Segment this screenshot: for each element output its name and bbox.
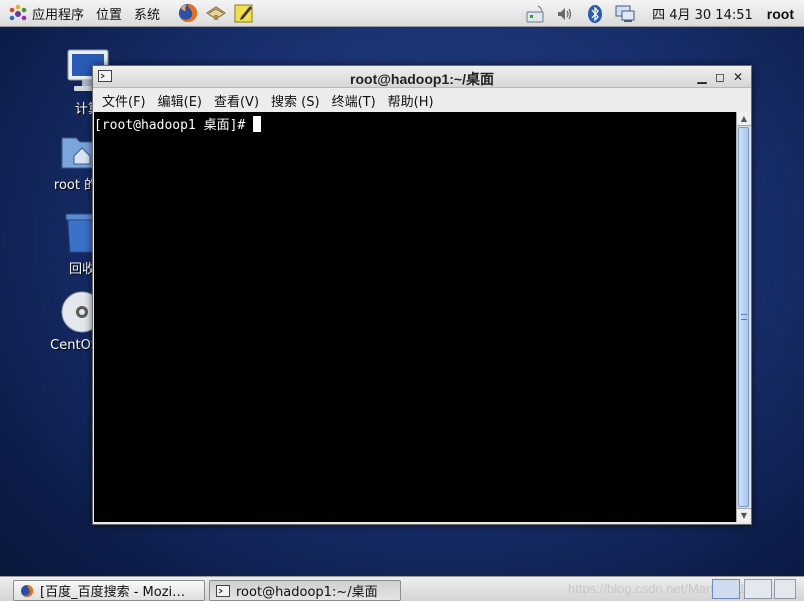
vertical-scrollbar[interactable]: ▲ ▼ — [736, 112, 751, 522]
bluetooth-icon — [588, 4, 603, 23]
scroll-thumb[interactable] — [738, 127, 749, 507]
applications-menu-label: 应用程序 — [32, 7, 85, 23]
title-bar[interactable]: root@hadoop1:~/桌面 ▁ ◻ ✕ — [93, 66, 751, 88]
bluetooth-tray[interactable] — [580, 0, 610, 27]
taskbar-item-label: [百度_百度搜索 - Mozi… — [40, 585, 186, 600]
bottom-panel: [百度_百度搜索 - Mozi… root@hadoop1:~/桌面 https… — [0, 576, 804, 601]
applications-menu[interactable]: 应用程序 — [0, 0, 90, 27]
prompt-line: [root@hadoop1 桌面]# — [94, 114, 736, 133]
scroll-up-arrow[interactable]: ▲ — [737, 112, 751, 126]
volume-icon — [558, 7, 572, 20]
workspace-2[interactable] — [744, 579, 772, 599]
maximize-button[interactable]: ◻ — [711, 68, 729, 86]
notes-launcher[interactable] — [230, 0, 258, 27]
taskbar-item-firefox[interactable]: [百度_百度搜索 - Mozi… — [13, 580, 205, 601]
menu-help[interactable]: 帮助(H) — [382, 91, 440, 110]
system-menu-label: 系统 — [134, 7, 161, 23]
menu-edit[interactable]: 编辑(E) — [152, 91, 208, 110]
scroll-grip-icon — [741, 314, 747, 320]
places-menu[interactable]: 位置 — [90, 0, 128, 27]
clock[interactable]: 四 4月 30 14:51 — [640, 4, 761, 23]
taskbar-item-terminal[interactable]: root@hadoop1:~/桌面 — [209, 580, 401, 601]
minimize-button[interactable]: ▁ — [693, 68, 711, 86]
window-title: root@hadoop1:~/桌面 — [350, 71, 494, 87]
menu-terminal[interactable]: 终端(T) — [326, 91, 382, 110]
scroll-down-arrow[interactable]: ▼ — [737, 508, 751, 522]
menu-view[interactable]: 查看(V) — [208, 91, 265, 110]
text-cursor — [253, 115, 262, 132]
terminal-output[interactable]: [root@hadoop1 桌面]# — [94, 112, 736, 522]
prompt-text: [root@hadoop1 桌面]# — [94, 118, 246, 133]
volume-tray[interactable] — [550, 0, 580, 27]
display-icon — [615, 5, 635, 22]
gnome-foot-icon — [9, 4, 27, 21]
firefox-icon — [21, 584, 34, 597]
trash-applet[interactable] — [774, 579, 796, 599]
menu-bar: 文件(F) 编辑(E) 查看(V) 搜索 (S) 终端(T) 帮助(H) — [93, 88, 751, 112]
workspace-1[interactable] — [712, 579, 740, 599]
menu-search[interactable]: 搜索 (S) — [265, 91, 326, 110]
terminal-window: root@hadoop1:~/桌面 ▁ ◻ ✕ 文件(F) 编辑(E) 查看(V… — [92, 65, 752, 525]
menu-file[interactable]: 文件(F) — [96, 91, 152, 110]
top-panel: 应用程序 位置 系统 四 4月 30 14:51 root — [0, 0, 804, 27]
minimize-icon: ▁ — [697, 70, 707, 84]
close-icon: ✕ — [732, 70, 744, 84]
mail-icon — [206, 6, 226, 20]
firefox-launcher[interactable] — [174, 0, 202, 27]
network-tray[interactable] — [520, 0, 550, 27]
system-menu[interactable]: 系统 — [128, 0, 166, 27]
close-button[interactable]: ✕ — [729, 68, 747, 86]
firefox-icon — [179, 3, 198, 22]
terminal-icon — [216, 584, 230, 597]
network-icon — [526, 5, 544, 22]
display-tray[interactable] — [610, 0, 640, 27]
places-menu-label: 位置 — [96, 7, 123, 23]
user-menu[interactable]: root — [761, 6, 804, 22]
notes-icon — [234, 4, 253, 23]
taskbar-item-label: root@hadoop1:~/桌面 — [236, 585, 378, 600]
maximize-icon: ◻ — [715, 70, 725, 84]
mail-launcher[interactable] — [202, 0, 230, 27]
